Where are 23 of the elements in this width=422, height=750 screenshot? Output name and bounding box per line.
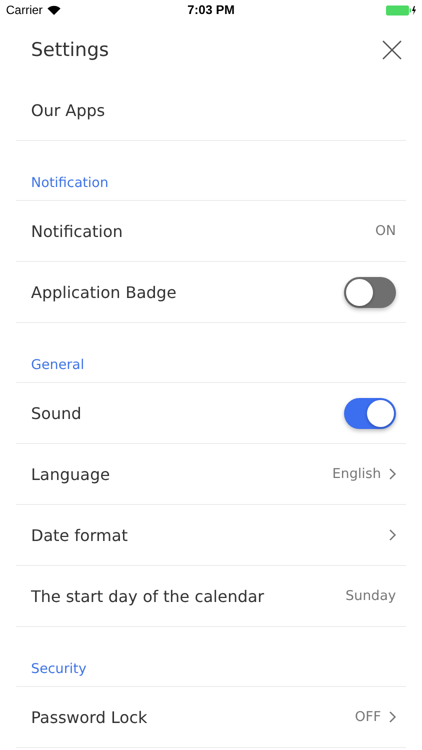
setting-label[interactable]: The start day of the calendar (31, 586, 264, 606)
setting-label[interactable]: Password Lock (31, 708, 148, 726)
setting-value: OFF (354, 709, 381, 725)
setting-label[interactable]: Our Apps (31, 100, 105, 120)
section-title: Notification (31, 175, 108, 191)
setting-label[interactable]: Notification (31, 222, 123, 240)
section-title: General (31, 357, 84, 373)
toggle-switch[interactable] (344, 398, 396, 428)
section-title: Security (31, 661, 86, 677)
status-time: 7:03 PM (187, 3, 235, 17)
close-button[interactable] (380, 38, 404, 62)
setting-label[interactable]: Language (31, 464, 110, 484)
toggle-switch[interactable] (344, 276, 396, 308)
setting-value: English (332, 466, 381, 482)
setting-value: Sunday (345, 588, 396, 604)
setting-label: Sound (31, 404, 82, 422)
setting-label[interactable]: Date format (31, 526, 128, 544)
carrier-name: Carrier (6, 3, 43, 17)
wifi-icon (46, 5, 61, 15)
battery-icon (386, 4, 416, 16)
page-title: Settings (31, 39, 109, 61)
setting-label: Application Badge (31, 282, 176, 302)
setting-value: ON (375, 223, 396, 239)
